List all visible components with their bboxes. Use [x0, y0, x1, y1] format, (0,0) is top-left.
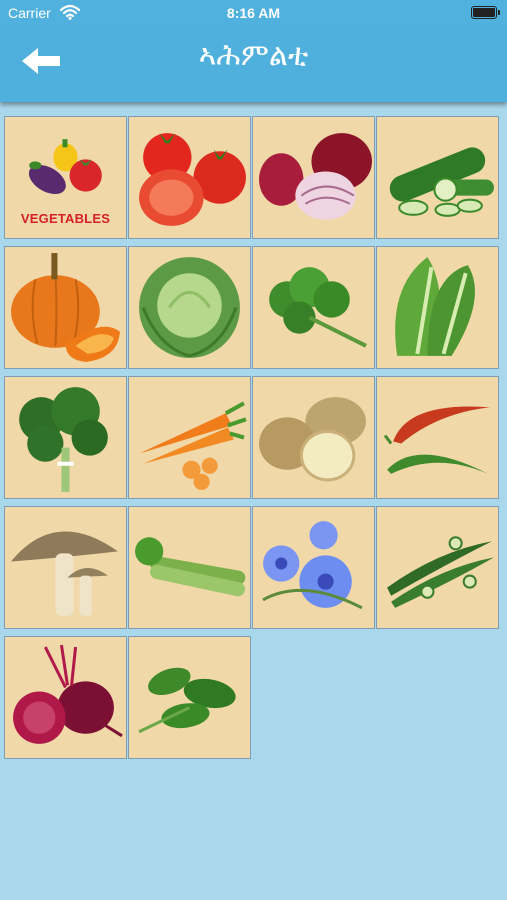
mushroom-icon — [11, 531, 118, 616]
nav-bar: ኣሕምልቲ — [0, 26, 507, 102]
potato-icon — [259, 397, 366, 482]
tile-onion[interactable] — [252, 116, 375, 239]
tile-cabbage[interactable] — [128, 246, 251, 369]
page-title: ኣሕምልቲ — [198, 38, 309, 73]
beetroot-icon — [13, 644, 123, 744]
tile-pumpkin[interactable] — [4, 246, 127, 369]
tomato-icon — [139, 133, 246, 226]
tile-parsley[interactable] — [252, 246, 375, 369]
vegetables-label: VEGETABLES — [20, 211, 111, 226]
celery-icon — [135, 537, 246, 597]
okra-icon — [387, 536, 494, 608]
chili-pepper-icon — [383, 406, 490, 474]
kale-icon — [19, 387, 108, 492]
tile-beetroot[interactable] — [4, 636, 127, 759]
onion-icon — [259, 133, 372, 220]
tile-carrot[interactable] — [128, 376, 251, 499]
pumpkin-icon — [11, 253, 120, 362]
tile-okra[interactable] — [376, 506, 499, 629]
tile-chicory-flower[interactable] — [252, 506, 375, 629]
parsley-icon — [269, 267, 367, 348]
tile-kale[interactable] — [4, 376, 127, 499]
battery-icon — [471, 6, 500, 19]
status-bar: Carrier 8:16 AM — [0, 0, 507, 26]
zucchini-icon — [389, 147, 494, 217]
cabbage-icon — [139, 257, 240, 358]
tile-spinach[interactable] — [128, 636, 251, 759]
tile-vegetables[interactable]: VEGETABLES — [4, 116, 127, 239]
tile-potato[interactable] — [252, 376, 375, 499]
tile-mushroom[interactable] — [4, 506, 127, 629]
tile-tomato[interactable] — [128, 116, 251, 239]
lettuce-icon — [395, 257, 475, 356]
carrot-icon — [139, 401, 247, 490]
tile-celery[interactable] — [128, 506, 251, 629]
status-time: 8:16 AM — [226, 5, 281, 21]
chicory-flower-icon — [262, 521, 363, 610]
tile-zucchini[interactable] — [376, 116, 499, 239]
spinach-icon — [138, 667, 236, 734]
tile-lettuce[interactable] — [376, 246, 499, 369]
tile-chili-pepper[interactable] — [376, 376, 499, 499]
